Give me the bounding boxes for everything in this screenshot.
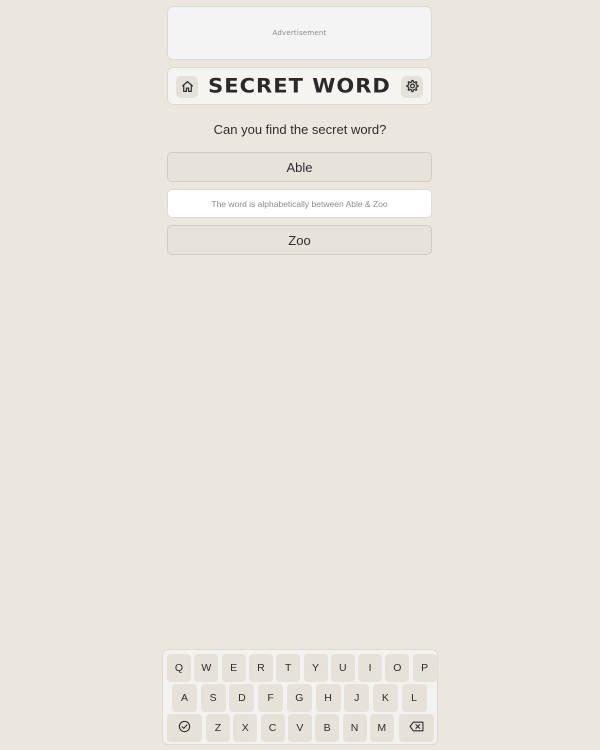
lower-bound-word: Able xyxy=(167,152,432,182)
key-x[interactable]: X xyxy=(233,714,258,742)
game-title: SECRET WORD xyxy=(208,74,391,98)
key-p[interactable]: P xyxy=(412,654,437,682)
settings-button[interactable] xyxy=(401,76,423,98)
key-y[interactable]: Y xyxy=(303,654,328,682)
hint-text: The word is alphabetically between Able … xyxy=(211,198,388,209)
page: Advertisement SECRET WORD Can you find t… xyxy=(0,0,600,750)
key-l[interactable]: L xyxy=(401,684,427,712)
key-w[interactable]: W xyxy=(194,654,219,682)
key-j[interactable]: J xyxy=(344,684,370,712)
key-t[interactable]: T xyxy=(276,654,301,682)
question-text: Can you find the secret word? xyxy=(213,122,387,137)
key-i[interactable]: I xyxy=(358,654,383,682)
upper-bound-label: Zoo xyxy=(288,232,311,248)
gear-icon xyxy=(405,78,419,97)
backspace-key[interactable] xyxy=(399,714,434,742)
upper-bound-word: Zoo xyxy=(167,225,432,255)
key-b[interactable]: B xyxy=(315,714,340,742)
submit-key[interactable] xyxy=(167,714,202,742)
key-h[interactable]: H xyxy=(315,684,341,712)
key-k[interactable]: K xyxy=(372,684,398,712)
key-u[interactable]: U xyxy=(330,654,355,682)
key-n[interactable]: N xyxy=(342,714,367,742)
guess-input-hint[interactable]: The word is alphabetically between Able … xyxy=(167,189,432,218)
key-c[interactable]: C xyxy=(260,714,285,742)
key-e[interactable]: E xyxy=(221,654,246,682)
key-v[interactable]: V xyxy=(287,714,312,742)
check-circle-icon xyxy=(178,720,191,736)
key-s[interactable]: S xyxy=(200,684,226,712)
key-d[interactable]: D xyxy=(229,684,255,712)
lower-bound-label: Able xyxy=(286,159,313,175)
key-z[interactable]: Z xyxy=(206,714,230,742)
game-header: SECRET WORD xyxy=(167,67,432,105)
backspace-icon xyxy=(409,721,424,735)
key-a[interactable]: A xyxy=(172,684,197,712)
key-r[interactable]: R xyxy=(248,654,273,682)
advertisement-label: Advertisement xyxy=(272,29,327,37)
advertisement-banner[interactable]: Advertisement xyxy=(167,6,432,60)
on-screen-keyboard: QWERTYUIOP ASDFGHJKL ZXCVBNM xyxy=(162,649,438,745)
key-o[interactable]: O xyxy=(385,654,410,682)
key-q[interactable]: Q xyxy=(167,654,191,682)
key-m[interactable]: M xyxy=(369,714,394,742)
key-f[interactable]: F xyxy=(258,684,284,712)
key-g[interactable]: G xyxy=(286,684,312,712)
